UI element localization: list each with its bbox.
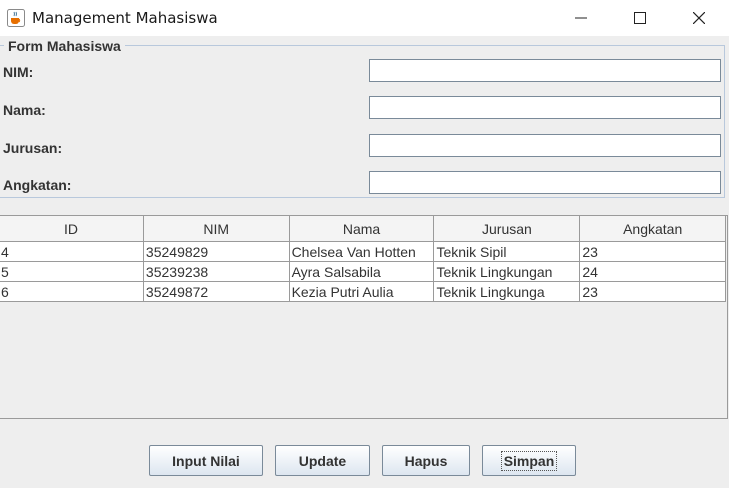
form-legend: Form Mahasiswa <box>4 38 125 54</box>
nim-input[interactable] <box>369 59 721 82</box>
cell-nama[interactable]: Ayra Salsabila <box>289 261 435 282</box>
cell-id[interactable]: 6 <box>0 281 144 302</box>
maximize-icon <box>634 12 646 24</box>
cell-angkatan[interactable]: 23 <box>579 241 726 262</box>
cell-angkatan[interactable]: 23 <box>579 281 726 302</box>
close-icon <box>693 12 705 24</box>
simpan-button[interactable]: Simpan <box>482 445 576 476</box>
cell-angkatan[interactable]: 24 <box>579 261 726 282</box>
cell-jurusan[interactable]: Teknik Lingkunga <box>433 281 581 302</box>
table-header: ID NIM Nama Jurusan Angkatan <box>0 216 726 242</box>
update-button[interactable]: Update <box>275 445 370 476</box>
nama-label: Nama: <box>3 102 46 118</box>
simpan-button-label: Simpan <box>500 450 558 471</box>
cell-nama[interactable]: Chelsea Van Hotten <box>289 241 435 262</box>
cell-jurusan[interactable]: Teknik Lingkungan <box>433 261 581 282</box>
hapus-button[interactable]: Hapus <box>382 445 470 476</box>
cell-id[interactable]: 4 <box>0 241 144 262</box>
table-scroll-pane[interactable]: ID NIM Nama Jurusan Angkatan 4 35249829 … <box>0 215 728 419</box>
cell-nim[interactable]: 35239238 <box>143 261 290 282</box>
title-bar: Management Mahasiswa <box>0 0 729 36</box>
table-row[interactable]: 6 35249872 Kezia Putri Aulia Teknik Ling… <box>0 281 726 302</box>
angkatan-input[interactable] <box>369 171 721 194</box>
cell-nim[interactable]: 35249829 <box>143 241 290 262</box>
column-header-id[interactable]: ID <box>0 216 144 242</box>
column-header-nim[interactable]: NIM <box>143 216 290 242</box>
mahasiswa-table[interactable]: ID NIM Nama Jurusan Angkatan 4 35249829 … <box>0 216 726 302</box>
column-header-nama[interactable]: Nama <box>289 216 435 242</box>
nama-input[interactable] <box>369 96 721 119</box>
cell-id[interactable]: 5 <box>0 261 144 282</box>
column-header-angkatan[interactable]: Angkatan <box>579 216 726 242</box>
window-title: Management Mahasiswa <box>32 9 218 27</box>
minimize-icon <box>575 17 587 19</box>
nim-label: NIM: <box>3 64 34 80</box>
input-nilai-button[interactable]: Input Nilai <box>149 445 263 476</box>
minimize-button[interactable] <box>552 0 610 36</box>
java-cup-icon <box>7 9 25 27</box>
cell-nama[interactable]: Kezia Putri Aulia <box>289 281 435 302</box>
angkatan-label: Angkatan: <box>3 177 72 193</box>
table-row[interactable]: 5 35239238 Ayra Salsabila Teknik Lingkun… <box>0 261 726 282</box>
jurusan-input[interactable] <box>369 134 721 157</box>
cell-nim[interactable]: 35249872 <box>143 281 290 302</box>
cell-jurusan[interactable]: Teknik Sipil <box>433 241 581 262</box>
close-button[interactable] <box>670 0 728 36</box>
column-header-jurusan[interactable]: Jurusan <box>433 216 581 242</box>
maximize-button[interactable] <box>611 0 669 36</box>
table-row[interactable]: 4 35249829 Chelsea Van Hotten Teknik Sip… <box>0 241 726 262</box>
jurusan-label: Jurusan: <box>3 140 63 156</box>
